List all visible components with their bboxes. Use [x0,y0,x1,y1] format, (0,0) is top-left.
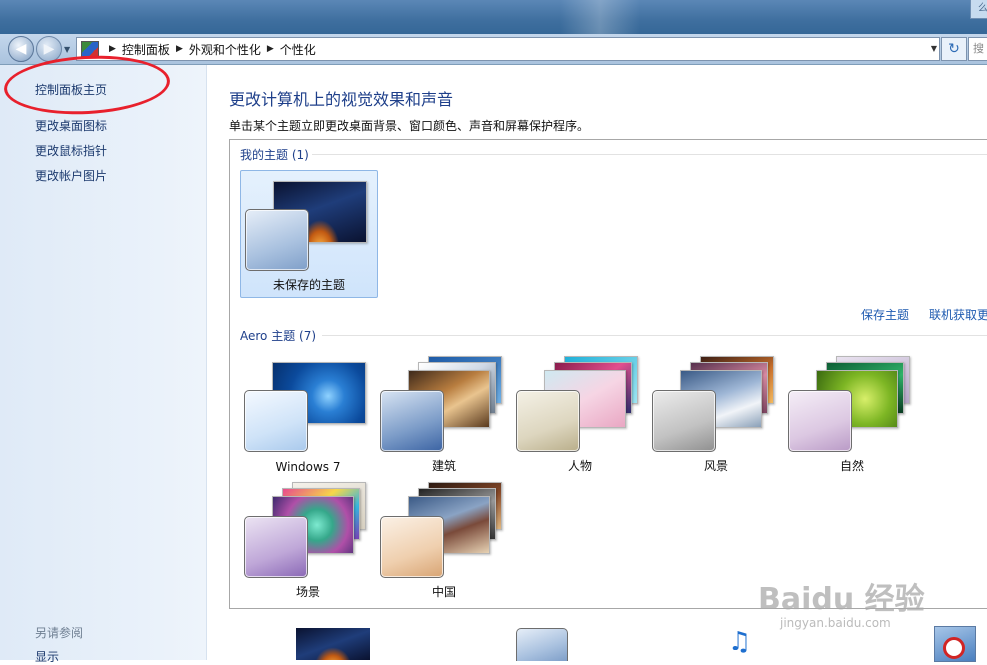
window-color-swatch [380,390,444,452]
theme-name: 场景 [295,585,320,599]
address-bar[interactable]: ▶ 控制面板 ▶ 外观和个性化 ▶ 个性化 ▼ [76,37,940,61]
address-dropdown-icon[interactable]: ▼ [931,44,937,53]
theme-name: 风景 [703,459,728,473]
theme-name: 中国 [431,585,456,599]
aero-themes-label: Aero 主题 (7) [240,329,317,343]
window-color-swatch [652,390,716,452]
control-panel-icon [81,41,99,57]
theme-china[interactable]: 中国 [376,478,512,604]
window-color-icon[interactable] [516,628,568,661]
page-description: 单击某个主题立即更改桌面背景、窗口颜色、声音和屏幕保护程序。 [229,119,590,133]
window-color-swatch [788,390,852,452]
theme-landscapes[interactable]: 风景 [648,352,784,478]
back-button[interactable]: ◀ [8,36,34,62]
breadcrumb-separator-icon[interactable]: ▶ [109,44,116,54]
theme-architecture[interactable]: 建筑 [376,352,512,478]
none-icon [943,637,965,659]
change-account-picture-link[interactable]: 更改帐户图片 [35,167,107,184]
desktop-background-icon[interactable] [296,628,370,660]
theme-list: 我的主题 (1) 未保存的主题 保存主题 联机获取更多主题 Aero 主题 (7… [229,139,987,609]
sounds-icon[interactable]: ♫ [728,624,776,660]
navigation-bar: ◀ ▶ ▼ ▶ 控制面板 ▶ 外观和个性化 ▶ 个性化 ▼ ↻ 搜 [0,34,987,65]
watermark-logo: Baidu 经验 [758,582,925,617]
forward-button[interactable]: ▶ [36,36,62,62]
theme-windows-7[interactable]: Windows 7 [240,352,376,478]
theme-name: 自然 [839,459,864,473]
theme-name: 未保存的主题 [272,278,345,292]
theme-name: 人物 [567,459,592,473]
theme-name: Windows 7 [275,460,341,474]
control-panel-home-link[interactable]: 控制面板主页 [35,81,107,98]
group-divider [312,154,987,155]
window-color-swatch [244,390,308,452]
window-color-swatch [245,209,309,271]
recent-pages-dropdown[interactable]: ▼ [64,44,74,56]
watermark-url: jingyan.baidu.com [780,616,891,630]
window-color-swatch [244,516,308,578]
theme-scenes[interactable]: 场景 [240,478,376,604]
back-arrow-icon: ◀ [15,41,27,57]
breadcrumb-control-panel[interactable]: 控制面板 [122,41,170,58]
change-desktop-icons-link[interactable]: 更改桌面图标 [35,117,107,134]
search-input[interactable]: 搜 [968,37,987,61]
see-also-heading: 另请参阅 [35,626,84,640]
theme-name: 建筑 [431,459,456,473]
screen-saver-icon[interactable] [934,626,976,662]
window-partial-button[interactable]: 么 [970,0,987,19]
breadcrumb-personalization[interactable]: 个性化 [280,41,316,58]
window-titlebar: 么 [0,0,987,34]
breadcrumb-separator-icon[interactable]: ▶ [176,44,183,54]
window-color-swatch [380,516,444,578]
get-more-themes-online-link[interactable]: 联机获取更多主题 [929,306,987,323]
group-divider [322,335,987,336]
titlebar-glow [560,0,640,34]
theme-characters[interactable]: 人物 [512,352,648,478]
my-themes-label: 我的主题 (1) [240,148,309,162]
theme-nature[interactable]: 自然 [784,352,920,478]
breadcrumb-appearance[interactable]: 外观和个性化 [189,41,261,58]
page-title: 更改计算机上的视觉效果和声音 [229,90,454,109]
forward-arrow-icon: ▶ [43,41,55,57]
display-link[interactable]: 显示 [35,648,59,665]
refresh-icon: ↻ [948,41,960,57]
theme-unsaved[interactable]: 未保存的主题 [240,170,378,298]
refresh-button[interactable]: ↻ [941,37,967,61]
breadcrumb-separator-icon[interactable]: ▶ [267,44,274,54]
change-mouse-pointers-link[interactable]: 更改鼠标指针 [35,142,107,159]
window-color-swatch [516,390,580,452]
save-theme-link[interactable]: 保存主题 [861,306,909,323]
